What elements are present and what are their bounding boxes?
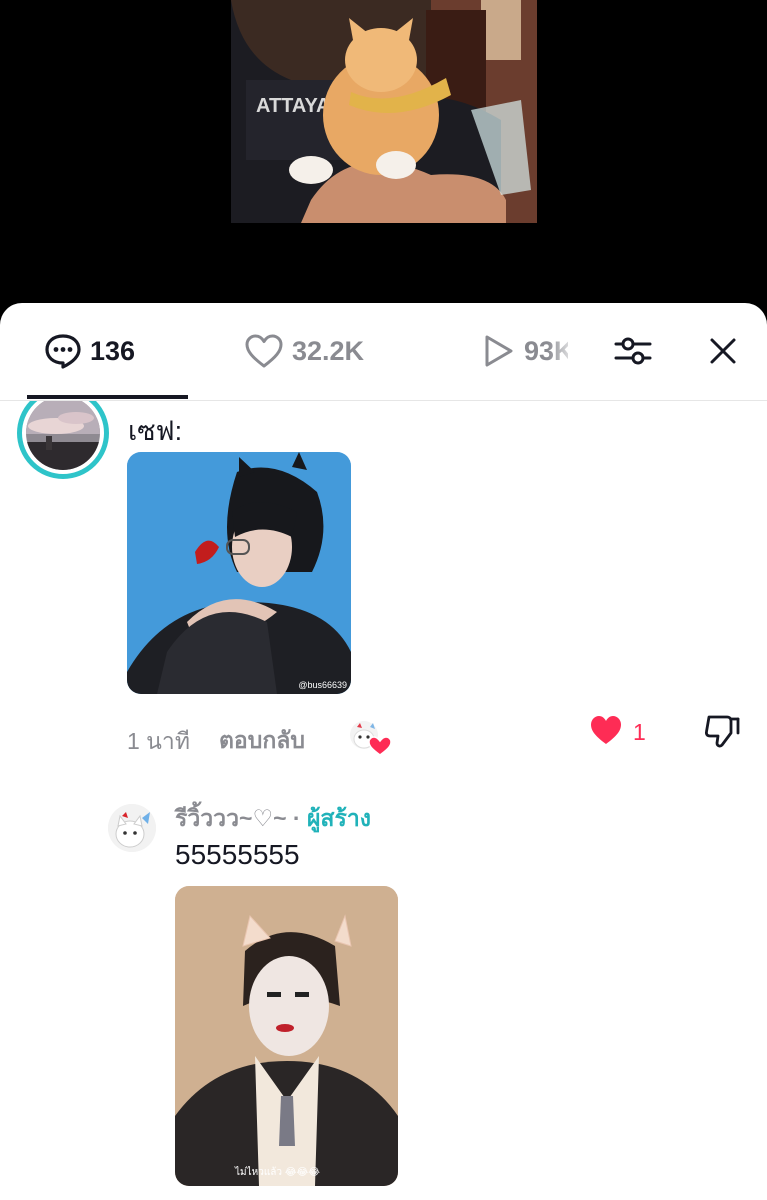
thumbs-down-icon xyxy=(703,715,741,755)
close-x-icon xyxy=(708,336,738,371)
tab-comments[interactable]: 136 xyxy=(44,331,135,371)
video-frame: ATTAYAFC xyxy=(231,0,537,223)
reply-button[interactable]: ตอบกลับ xyxy=(219,723,305,759)
sliders-filter-icon xyxy=(614,334,652,373)
play-outline-icon xyxy=(482,333,516,369)
heart-outline-icon xyxy=(244,333,284,369)
creator-badge: ผู้สร้าง xyxy=(306,805,371,831)
image-watermark: @bus66639 xyxy=(298,680,347,690)
avatar[interactable] xyxy=(108,804,156,852)
likes-count: 32.2K xyxy=(292,335,365,366)
active-tab-indicator xyxy=(27,395,188,399)
heart-filled-icon xyxy=(589,714,623,751)
video-player[interactable]: ATTAYAFC xyxy=(0,0,767,320)
close-button[interactable] xyxy=(703,333,743,373)
comments-sheet: 136 32.2K 93K xyxy=(0,303,767,1200)
comment-username[interactable]: รีวิ้ววว~♡~ · ผู้สร้าง xyxy=(175,801,371,837)
comment-text: 55555555 xyxy=(175,839,300,870)
comment-bubble-icon xyxy=(44,333,82,369)
comment-like-button[interactable]: 1 xyxy=(589,714,646,751)
tab-bar: 136 32.2K 93K xyxy=(0,303,767,401)
tab-likes[interactable]: 32.2K xyxy=(244,331,364,371)
comment-list[interactable]: เซฟ: @bus66639 1 นาที ตอบกลับ 1 รีวิ้ววว… xyxy=(0,401,767,1200)
tab-overflow-fade xyxy=(548,327,578,377)
comment-timestamp: 1 นาที xyxy=(127,728,190,754)
image-caption: ไม่ไหวแล้ว 😂😂😂 xyxy=(235,1167,320,1178)
comment-image[interactable]: @bus66639 xyxy=(127,452,351,694)
comments-count: 136 xyxy=(90,335,136,366)
filter-button[interactable] xyxy=(613,333,653,373)
username-text: รีวิ้ววว~♡~ xyxy=(175,805,287,831)
username-separator: · xyxy=(292,805,301,831)
comment-text: เซฟ: xyxy=(128,416,183,446)
creator-liked-badge xyxy=(348,719,392,759)
comment-like-count: 1 xyxy=(633,719,646,745)
dislike-button[interactable] xyxy=(703,713,741,756)
comment-image[interactable]: ไม่ไหวแล้ว 😂😂😂 xyxy=(175,886,398,1186)
avatar[interactable] xyxy=(17,401,109,479)
